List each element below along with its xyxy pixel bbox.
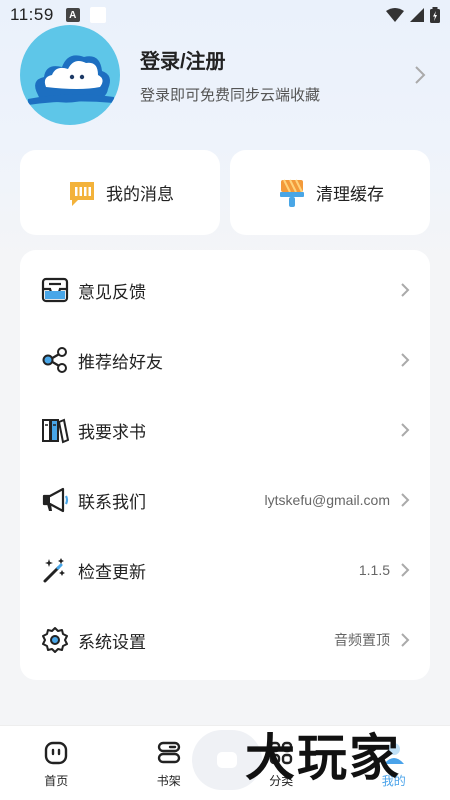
notification-a-icon: A — [65, 8, 80, 22]
menu-item-recommend[interactable]: 推荐给好友 — [20, 325, 430, 395]
app-version: 1.1.5 — [358, 562, 390, 578]
megaphone-icon — [40, 485, 70, 515]
clear-cache-label: 清理缓存 — [316, 185, 384, 204]
profile-text: 登录/注册 登录即可免费同步云端收藏 — [140, 45, 320, 105]
menu-label: 意见反馈 — [78, 282, 146, 302]
chevron-right-icon — [401, 353, 410, 367]
nav-home[interactable]: 首页 — [0, 726, 113, 800]
status-time: 11:59 — [10, 5, 54, 24]
cloud-avatar-icon — [28, 55, 114, 105]
clear-cache-card[interactable]: 清理缓存 — [230, 150, 430, 235]
signal-icon — [410, 8, 424, 22]
login-subtitle: 登录即可免费同步云端收藏 — [140, 87, 321, 104]
feedback-icon — [40, 275, 70, 305]
settings-value: 音频置顶 — [334, 632, 390, 648]
settings-menu: 意见反馈 推荐给好友 我要求书 联系我们 lytskefu@gmail.com … — [20, 250, 430, 680]
menu-label: 推荐给好友 — [78, 352, 163, 372]
chevron-right-icon — [401, 563, 410, 577]
chevron-right-icon — [401, 633, 410, 647]
chevron-right-icon — [401, 493, 410, 507]
notification-icon — [89, 7, 106, 23]
wifi-icon — [386, 8, 404, 22]
avatar[interactable] — [20, 25, 120, 125]
menu-label: 我要求书 — [78, 422, 146, 442]
menu-item-feedback[interactable]: 意见反馈 — [20, 255, 430, 325]
play-icon — [217, 752, 237, 768]
menu-label: 检查更新 — [78, 562, 146, 582]
message-icon — [70, 181, 94, 206]
battery-icon — [430, 7, 440, 23]
nav-label: 首页 — [44, 774, 69, 788]
home-icon — [45, 741, 68, 765]
watermark-text: 大玩家 — [245, 728, 401, 787]
menu-label: 系统设置 — [78, 632, 146, 652]
my-messages-card[interactable]: 我的消息 — [20, 150, 220, 235]
share-icon — [40, 345, 70, 375]
status-icons — [386, 7, 440, 23]
nav-label: 书架 — [156, 774, 181, 788]
profile-header[interactable]: 登录/注册 登录即可免费同步云端收藏 — [20, 25, 430, 125]
books-icon — [40, 415, 70, 445]
menu-item-book-request[interactable]: 我要求书 — [20, 395, 430, 465]
menu-item-check-update[interactable]: 检查更新 1.1.5 — [20, 535, 430, 605]
magic-wand-icon — [40, 555, 70, 585]
quick-actions: 我的消息 清理缓存 — [20, 150, 430, 235]
login-title[interactable]: 登录/注册 — [140, 45, 320, 74]
chevron-right-icon[interactable] — [414, 65, 426, 85]
gear-icon — [40, 625, 70, 655]
bookshelf-icon — [157, 741, 180, 764]
menu-label: 联系我们 — [78, 492, 146, 512]
brush-icon — [280, 179, 304, 207]
my-messages-label: 我的消息 — [106, 185, 174, 204]
menu-item-contact[interactable]: 联系我们 lytskefu@gmail.com — [20, 465, 430, 535]
menu-item-settings[interactable]: 系统设置 音频置顶 — [20, 605, 430, 675]
contact-email: lytskefu@gmail.com — [264, 492, 390, 508]
chevron-right-icon — [401, 423, 410, 437]
chevron-right-icon — [401, 283, 410, 297]
